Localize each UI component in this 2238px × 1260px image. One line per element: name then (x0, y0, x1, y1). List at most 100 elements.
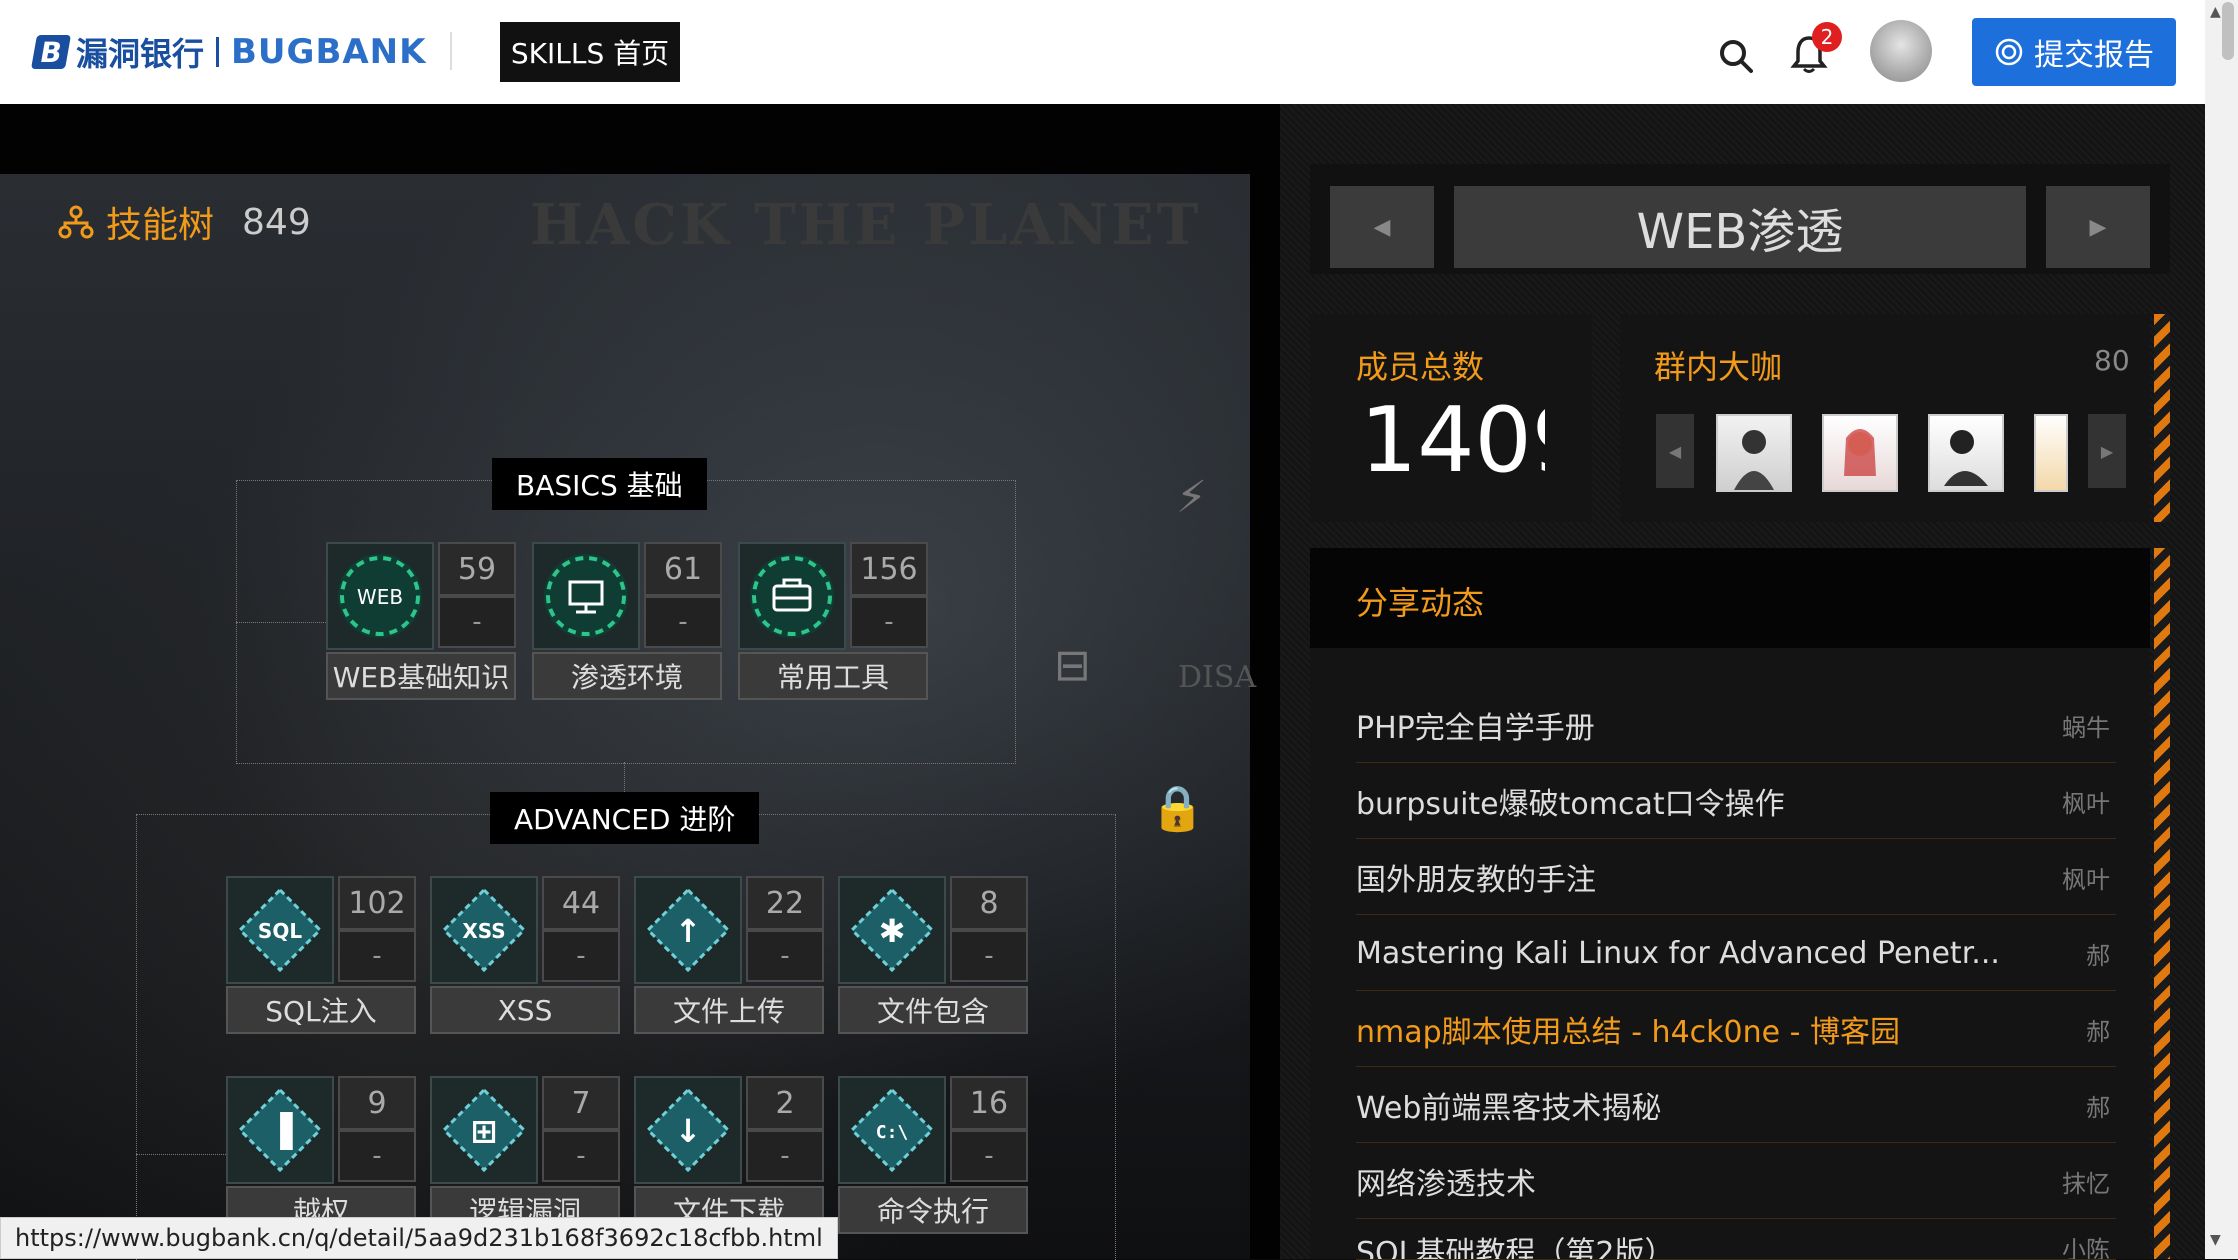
share-item[interactable]: Web前端黑客技术揭秘 郝 (1356, 1068, 2116, 1143)
share-item-title[interactable]: nmap脚本使用总结 - h4ck0ne - 博客园 (1356, 1007, 1900, 1051)
basics-group-label: BASICS 基础 (492, 458, 707, 510)
share-item[interactable]: burpsuite爆破tomcat口令操作 枫叶 (1356, 764, 2116, 839)
target-icon (1995, 38, 2023, 66)
share-item-author: 郝 (2086, 941, 2110, 970)
tree-connector-vertical (624, 762, 625, 792)
svg-text:WEB: WEB (357, 585, 403, 609)
logic-icon: ⊞ (430, 1076, 538, 1184)
skill-count: 7 (542, 1076, 620, 1130)
svg-text:↓: ↓ (675, 1112, 702, 1150)
logo-cn-text: 漏洞银行 (76, 35, 205, 73)
skill-card[interactable]: WEB 59 - WEB基础知识 (326, 542, 516, 702)
share-item-title[interactable]: 网络渗透技术 (1356, 1159, 1536, 1203)
skill-card[interactable]: 61 - 渗透环境 (532, 542, 722, 702)
logo-mark: B (31, 35, 71, 69)
skill-count: 156 (850, 542, 928, 596)
svg-text:⊞: ⊞ (471, 1112, 498, 1150)
experts-next-button[interactable]: ▶ (2088, 414, 2126, 488)
search-icon[interactable] (1716, 36, 1756, 76)
share-item-author: 蜗牛 (2062, 713, 2110, 742)
skill-card[interactable]: XSS 44 - XSS (430, 876, 620, 1036)
share-item[interactable]: 网络渗透技术 抹忆 (1356, 1144, 2116, 1219)
skill-progress: - (338, 1130, 416, 1182)
skill-card[interactable]: ↓ 2 - 文件下载 (634, 1076, 824, 1236)
bolt-icon: ⚡ (1176, 472, 1207, 523)
skill-count: 22 (746, 876, 824, 930)
skill-progress: - (644, 596, 722, 648)
skill-label: WEB基础知识 (326, 652, 516, 700)
share-item[interactable]: nmap脚本使用总结 - h4ck0ne - 博客园 郝 (1356, 992, 2116, 1067)
skill-progress: - (950, 1130, 1028, 1182)
skill-count: 59 (438, 542, 516, 596)
upload-icon: ↑ (634, 876, 742, 984)
share-item-title[interactable]: burpsuite爆破tomcat口令操作 (1356, 779, 1785, 823)
skill-label: 渗透环境 (532, 652, 722, 700)
submit-report-button[interactable]: 提交报告 (1972, 18, 2176, 86)
skill-card[interactable]: ↑ 22 - 文件上传 (634, 876, 824, 1036)
logo-en-text: BUGBANK (231, 32, 427, 72)
toolbox-icon (738, 542, 846, 650)
skill-card[interactable]: ⊞ 7 - 逻辑漏洞 (430, 1076, 620, 1236)
skills-home-button[interactable]: SKILLS 首页 (500, 22, 680, 82)
scroll-thumb[interactable] (2222, 2, 2234, 60)
skill-card[interactable]: C:\ 16 - 命令执行 (838, 1076, 1028, 1236)
svg-text:SQL: SQL (258, 919, 302, 943)
scroll-down-arrow[interactable]: ▼ (2210, 1232, 2221, 1248)
expert-avatar[interactable] (1822, 414, 1898, 492)
category-next-button[interactable]: ▶ (2046, 186, 2150, 268)
skill-progress: - (850, 596, 928, 648)
bugbank-logo[interactable]: B 漏洞银行 BUGBANK (31, 30, 427, 74)
skill-card[interactable]: ▐ 9 - 越权 (226, 1076, 416, 1236)
share-item-title[interactable]: PHP完全自学手册 (1356, 703, 1595, 747)
share-title: 分享动态 (1356, 584, 1485, 622)
advanced-connector (136, 1154, 226, 1155)
share-item[interactable]: 国外朋友教的手注 枫叶 (1356, 840, 2116, 915)
expert-avatar[interactable] (1716, 414, 1792, 492)
share-item[interactable]: SQL基础教程（第2版） 小陈 (1356, 1220, 2116, 1260)
category-prev-button[interactable]: ◀ (1330, 186, 1434, 268)
hazard-stripe (2154, 548, 2170, 1259)
monitor-icon (532, 542, 640, 650)
download-icon: ↓ (634, 1076, 742, 1184)
share-item-title[interactable]: SQL基础教程（第2版） (1356, 1228, 1674, 1259)
skill-count: 61 (644, 542, 722, 596)
include-icon: ✱ (838, 876, 946, 984)
xss-icon: XSS (430, 876, 538, 984)
skill-progress: - (950, 930, 1028, 982)
top-navbar: B 漏洞银行 BUGBANK SKILLS 首页 2 提交报告 (0, 0, 2205, 105)
share-item[interactable]: PHP完全自学手册 蜗牛 (1356, 688, 2116, 763)
skill-label: 文件上传 (634, 986, 824, 1034)
share-item-author: 郝 (2086, 1017, 2110, 1046)
svg-text:▐: ▐ (268, 1111, 293, 1150)
user-avatar[interactable] (1870, 20, 1932, 82)
train-icon: ⊟ (1054, 640, 1091, 691)
svg-text:XSS: XSS (462, 919, 505, 943)
skill-label: 命令执行 (838, 1186, 1028, 1234)
door-icon: ▐ (226, 1076, 334, 1184)
skill-label: 文件包含 (838, 986, 1028, 1034)
expert-avatar[interactable] (1928, 414, 2004, 492)
expert-avatar[interactable] (2034, 414, 2068, 492)
skill-count: 2 (746, 1076, 824, 1130)
skill-count: 16 (950, 1076, 1028, 1130)
header-divider (450, 32, 452, 70)
scroll-up-arrow[interactable]: ▲ (2210, 4, 2221, 20)
hazard-stripe (2154, 314, 2170, 522)
share-item-title[interactable]: Mastering Kali Linux for Advanced Penetr… (1356, 936, 2000, 971)
skill-card[interactable]: SQL 102 - SQL注入 (226, 876, 416, 1036)
skill-card[interactable]: 156 - 常用工具 (738, 542, 928, 702)
web-icon: WEB (326, 542, 434, 650)
skill-progress: - (438, 596, 516, 648)
skill-progress: - (542, 930, 620, 982)
experts-prev-button[interactable]: ◀ (1656, 414, 1694, 488)
share-item[interactable]: Mastering Kali Linux for Advanced Penetr… (1356, 916, 2116, 991)
lock-icon: 🔒 (1150, 783, 1205, 834)
share-item-title[interactable]: 国外朋友教的手注 (1356, 855, 1596, 899)
share-item-title[interactable]: Web前端黑客技术揭秘 (1356, 1083, 1661, 1127)
share-item-author: 郝 (2086, 1093, 2110, 1122)
notification-badge: 2 (1812, 22, 1842, 52)
experts-title: 群内大咖 (1654, 348, 1783, 386)
skill-card[interactable]: ✱ 8 - 文件包含 (838, 876, 1028, 1036)
submit-report-label: 提交报告 (2034, 38, 2154, 73)
page-scrollbar[interactable] (2205, 0, 2238, 1259)
